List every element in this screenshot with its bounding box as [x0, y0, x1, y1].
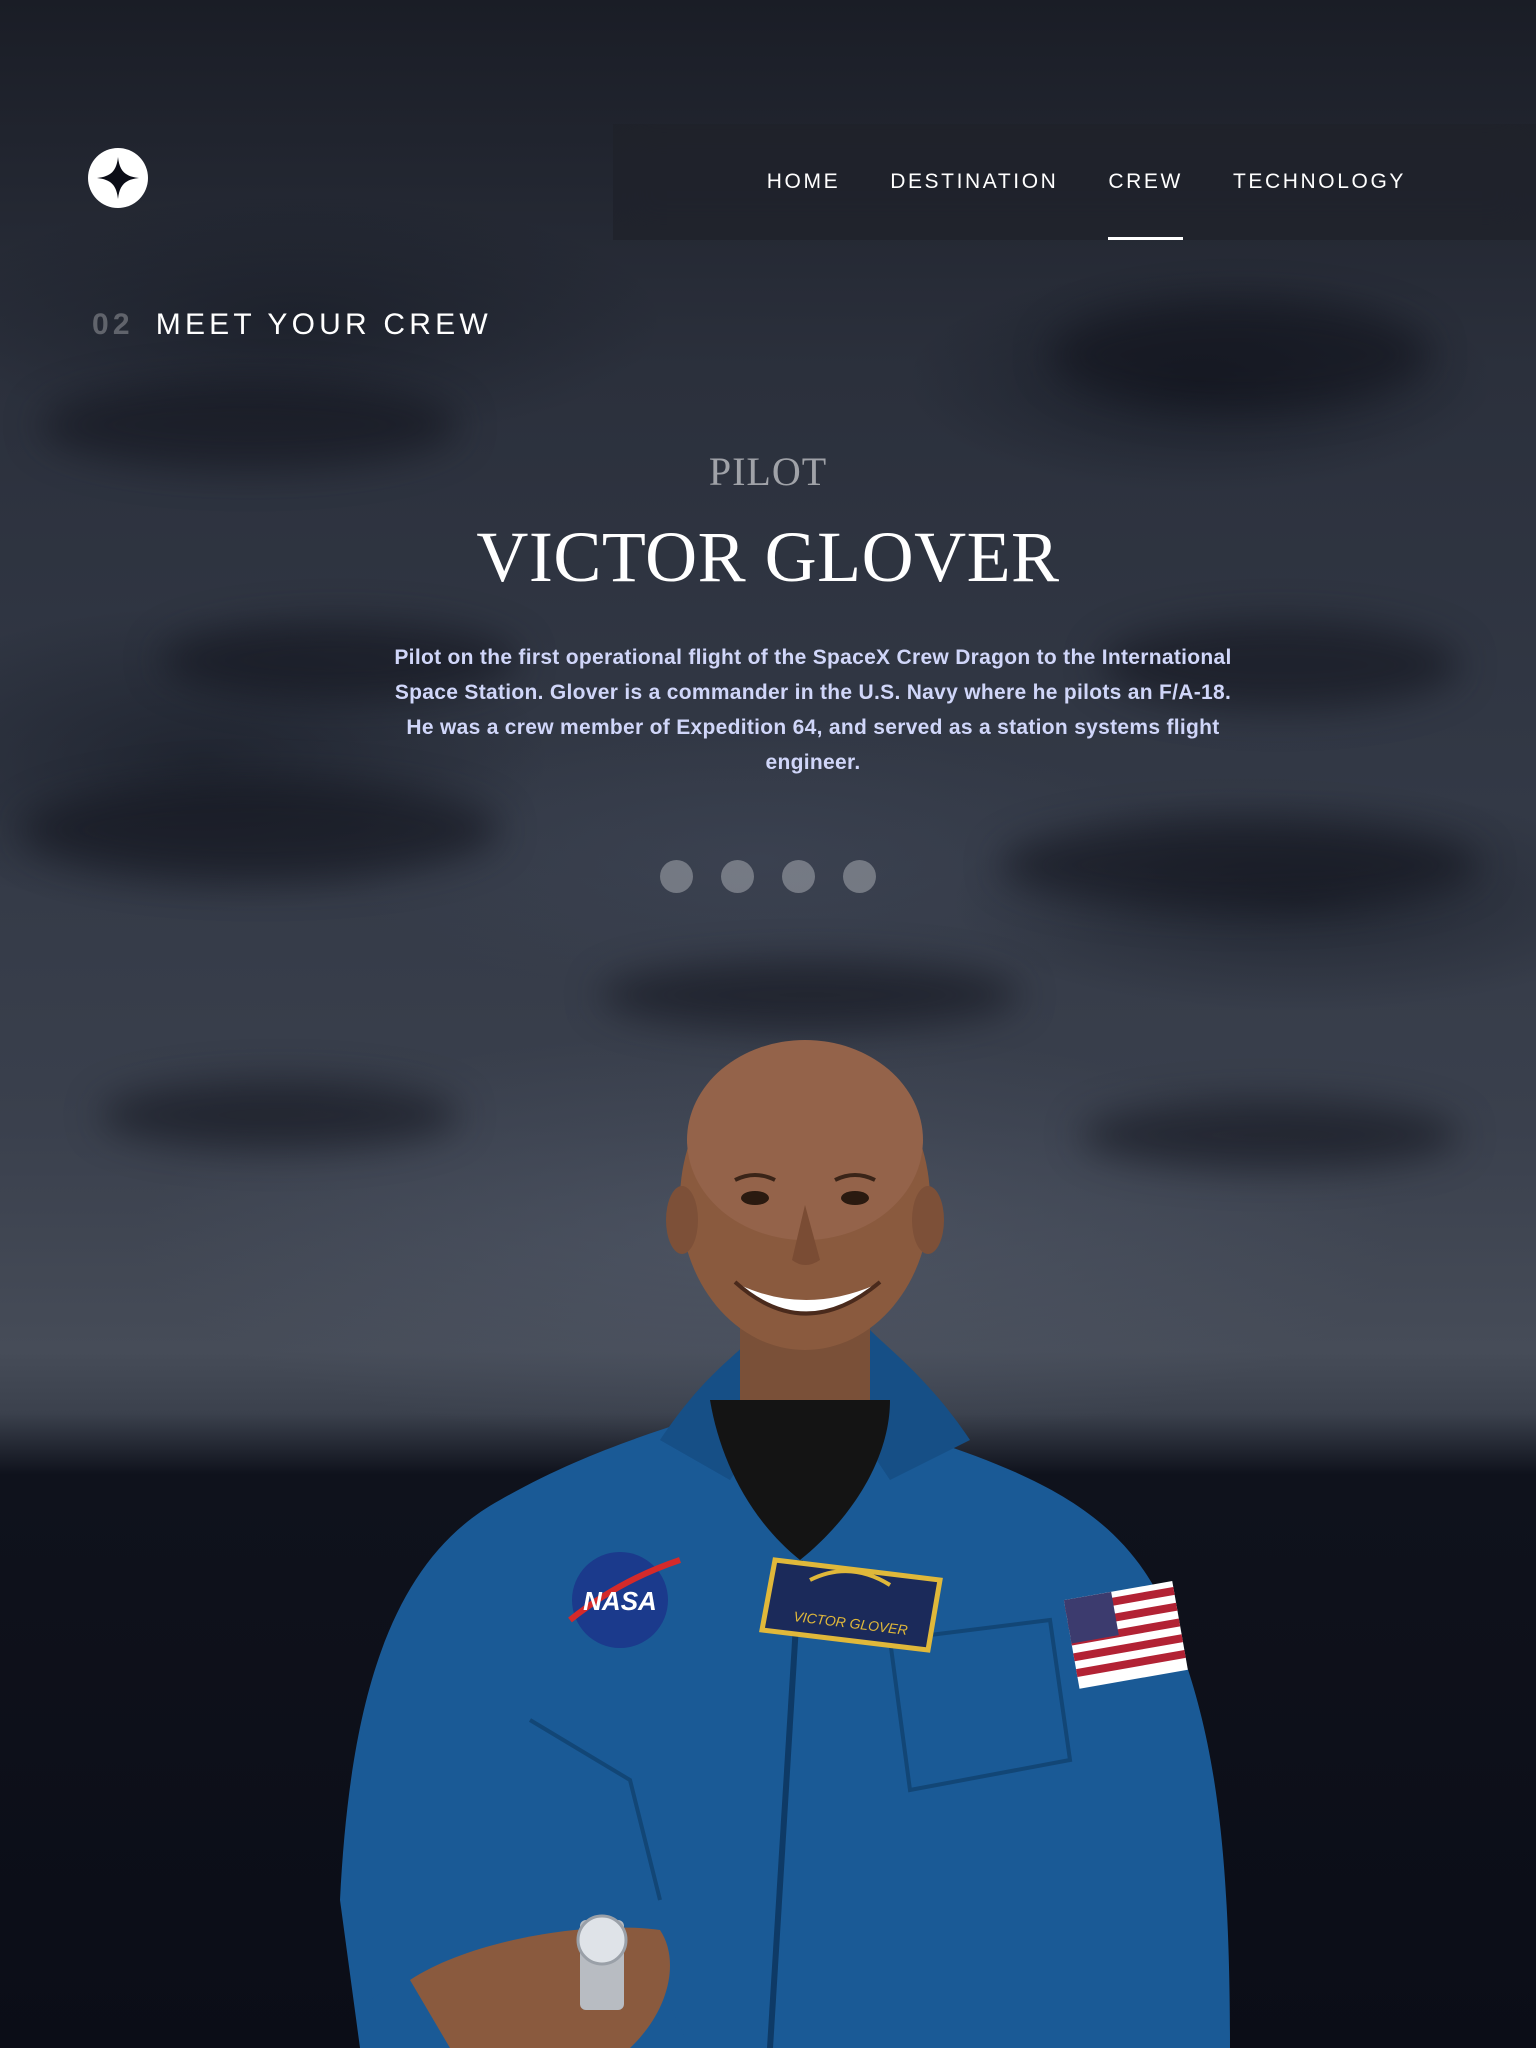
nav-item-label: CREW	[1108, 170, 1183, 193]
crew-page: HOME DESTINATION CREW TECHNOLOGY 02 MEET…	[0, 0, 1536, 2048]
heading-number: 02	[92, 308, 134, 341]
crew-slider-dots	[0, 860, 1536, 893]
slider-dot-1[interactable]	[660, 860, 693, 893]
page-heading: 02 MEET YOUR CREW	[92, 308, 492, 342]
slider-dot-3[interactable]	[782, 860, 815, 893]
svg-text:NASA: NASA	[583, 1586, 657, 1616]
crew-photo: NASA VICTOR GLOVER	[340, 1040, 1230, 2048]
star-icon	[97, 157, 139, 199]
nav-item-crew[interactable]: CREW	[1108, 124, 1183, 240]
main-nav: HOME DESTINATION CREW TECHNOLOGY	[613, 124, 1536, 240]
slider-dot-4[interactable]	[843, 860, 876, 893]
slider-dot-2[interactable]	[721, 860, 754, 893]
crew-role: PILOT	[708, 449, 828, 494]
crew-name: VICTOR GLOVER	[476, 517, 1060, 597]
nav-item-label: HOME	[766, 170, 841, 193]
watch-icon	[576, 1914, 628, 2010]
nav-item-label: DESTINATION	[890, 170, 1059, 193]
logo[interactable]	[88, 148, 148, 208]
nav-item-destination[interactable]: DESTINATION	[890, 124, 1058, 240]
nav-item-label: TECHNOLOGY	[1232, 170, 1406, 193]
nav-item-home[interactable]: HOME	[767, 124, 840, 240]
us-flag-icon	[1063, 1581, 1188, 1689]
nav-items: HOME DESTINATION CREW TECHNOLOGY	[767, 124, 1406, 240]
heading-title: MEET YOUR CREW	[155, 308, 492, 341]
nav-item-technology[interactable]: TECHNOLOGY	[1233, 124, 1406, 240]
crew-bio: Pilot on the first operational flight of…	[394, 646, 1232, 774]
cloud-streak	[1050, 300, 1430, 410]
